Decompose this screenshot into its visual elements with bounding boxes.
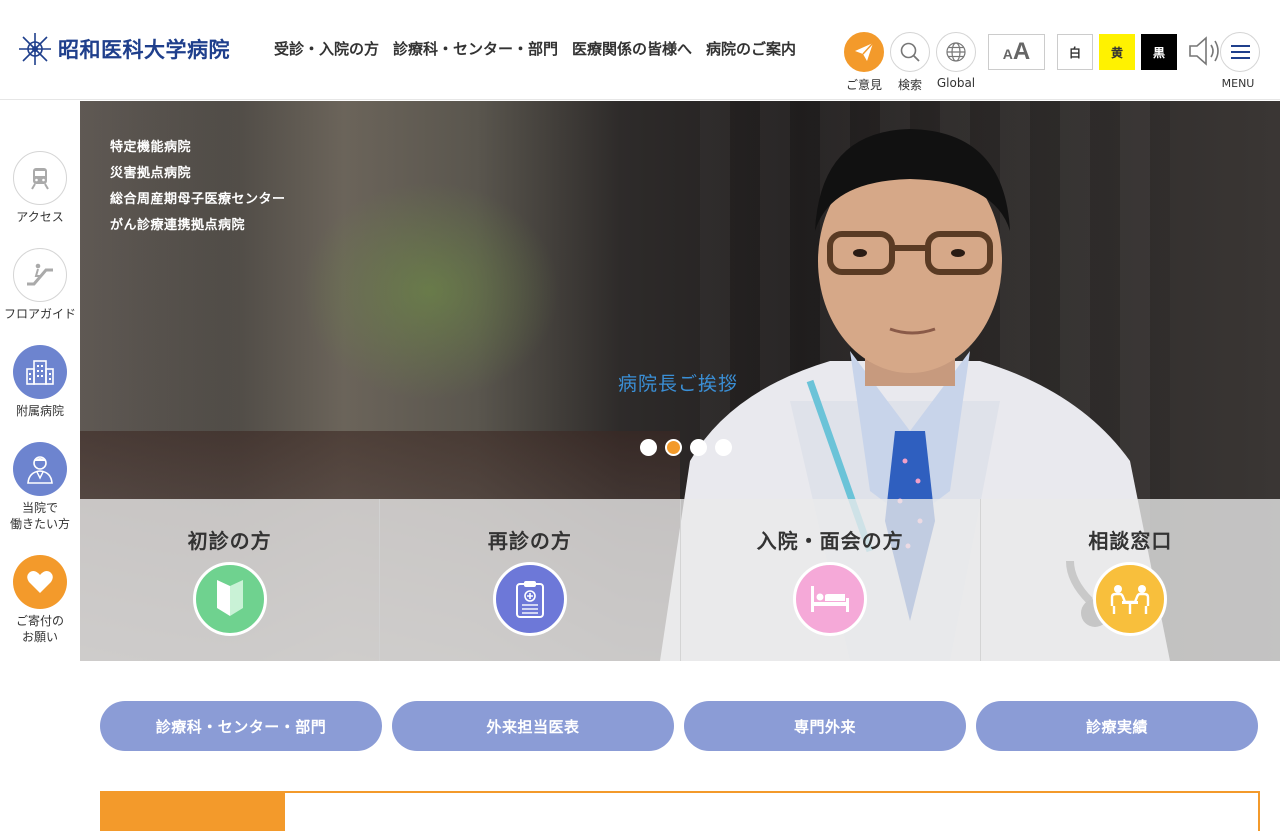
opinion-button[interactable]: ご意見 <box>844 32 884 93</box>
menu-button[interactable]: MENU <box>1220 32 1260 90</box>
side-label-careers: 当院で 働きたい方 <box>9 501 70 531</box>
logo-text: 昭和医科大学病院 <box>58 37 230 62</box>
quick-admission-visit[interactable]: 入院・面会の方 <box>680 499 981 661</box>
global-nav: 受診・入院の方 診療科・センター・部門 医療関係の皆様へ 病院のご案内 <box>274 38 796 59</box>
font-size-button[interactable]: AA <box>988 34 1045 70</box>
designation-item: 総合周産期母子医療センター <box>110 192 286 207</box>
side-label-access: アクセス <box>16 210 64 224</box>
side-item-affiliated-hospitals[interactable]: 附属病院 <box>0 345 80 419</box>
bed-icon <box>793 562 868 636</box>
director-greeting-link[interactable]: 病院長ご挨拶 <box>618 369 738 396</box>
quick-return-visit[interactable]: 再診の方 <box>380 499 681 661</box>
slider-dot-3[interactable] <box>690 439 707 456</box>
nav-hospital-info[interactable]: 病院のご案内 <box>706 38 796 59</box>
quick-title: 初診の方 <box>187 529 272 553</box>
quick-title: 入院・面会の方 <box>756 529 904 553</box>
department-links: 診療科・センター・部門 外来担当医表 専門外来 診療実績 <box>100 701 1258 751</box>
slider-dot-2[interactable] <box>665 439 682 456</box>
side-label-donation: ご寄付の お願い <box>15 614 64 644</box>
side-item-access[interactable]: アクセス <box>0 151 80 225</box>
quick-access: 初診の方 再診の方 入院・面会の方 相談窓口 <box>80 499 1280 661</box>
font-size-icon: AA <box>1002 38 1031 65</box>
hero-bg-foliage <box>300 181 560 401</box>
side-item-floor-guide[interactable]: フロアガイド <box>0 248 80 322</box>
pill-outpatient-schedule[interactable]: 外来担当医表 <box>392 701 674 751</box>
doctor-icon <box>13 442 67 496</box>
opinion-label: ご意見 <box>845 78 882 92</box>
side-label-affiliated-hospitals: 附属病院 <box>15 404 64 418</box>
side-label-floor-guide: フロアガイド <box>3 307 76 321</box>
global-button[interactable]: Global <box>936 32 976 90</box>
designation-item: がん診療連携拠点病院 <box>110 218 246 233</box>
building-icon <box>13 345 67 399</box>
site-header: 昭和医科大学病院 受診・入院の方 診療科・センター・部門 医療関係の皆様へ 病院… <box>0 0 1280 100</box>
designation-item: 特定機能病院 <box>110 140 192 155</box>
slider-dot-1[interactable] <box>640 439 657 456</box>
escalator-icon <box>13 248 67 302</box>
slider-dots <box>640 439 732 456</box>
quick-title: 相談窓口 <box>1088 529 1173 553</box>
paper-plane-icon <box>844 32 884 72</box>
logo-emblem-icon <box>18 32 52 66</box>
designation-item: 災害拠点病院 <box>110 166 192 181</box>
logo[interactable]: 昭和医科大学病院 <box>18 32 230 66</box>
quick-consultation[interactable]: 相談窓口 <box>980 499 1280 661</box>
side-item-careers[interactable]: 当院で 働きたい方 <box>0 442 80 532</box>
train-icon <box>13 151 67 205</box>
slider-dot-4[interactable] <box>715 439 732 456</box>
search-icon <box>890 32 930 72</box>
globe-icon <box>936 32 976 72</box>
pill-clinical-results[interactable]: 診療実績 <box>976 701 1258 751</box>
clipboard-icon <box>492 562 567 636</box>
hero-designations: 特定機能病院 災害拠点病院 総合周産期母子医療センター がん診療連携拠点病院 <box>110 135 286 239</box>
pill-specialty-outpatient[interactable]: 専門外来 <box>684 701 966 751</box>
search-label: 検索 <box>897 78 922 92</box>
menu-label: MENU <box>1221 77 1255 90</box>
nav-medical-professionals[interactable]: 医療関係の皆様へ <box>572 38 692 59</box>
color-black-button[interactable]: 黒 <box>1141 34 1177 70</box>
quick-first-visit[interactable]: 初診の方 <box>80 499 381 661</box>
news-box <box>100 791 1260 831</box>
speaker-icon[interactable] <box>1186 34 1222 68</box>
beginner-mark-icon <box>192 562 267 636</box>
news-tab-active[interactable] <box>100 791 285 831</box>
nav-departments[interactable]: 診療科・センター・部門 <box>393 38 558 59</box>
side-item-donation[interactable]: ご寄付の お願い <box>0 555 80 645</box>
nav-visitors[interactable]: 受診・入院の方 <box>274 38 379 59</box>
pill-departments[interactable]: 診療科・センター・部門 <box>100 701 382 751</box>
quick-title: 再診の方 <box>487 529 572 553</box>
search-button[interactable]: 検索 <box>890 32 930 93</box>
global-label: Global <box>936 76 976 90</box>
side-nav: アクセス フロアガイド 附属病院 当院で 働きたい方 ご寄付の お願い <box>0 101 80 661</box>
hamburger-icon <box>1220 32 1260 72</box>
color-yellow-button[interactable]: 黄 <box>1099 34 1135 70</box>
color-white-button[interactable]: 白 <box>1057 34 1093 70</box>
consultation-icon <box>1093 562 1168 636</box>
heart-icon <box>13 555 67 609</box>
